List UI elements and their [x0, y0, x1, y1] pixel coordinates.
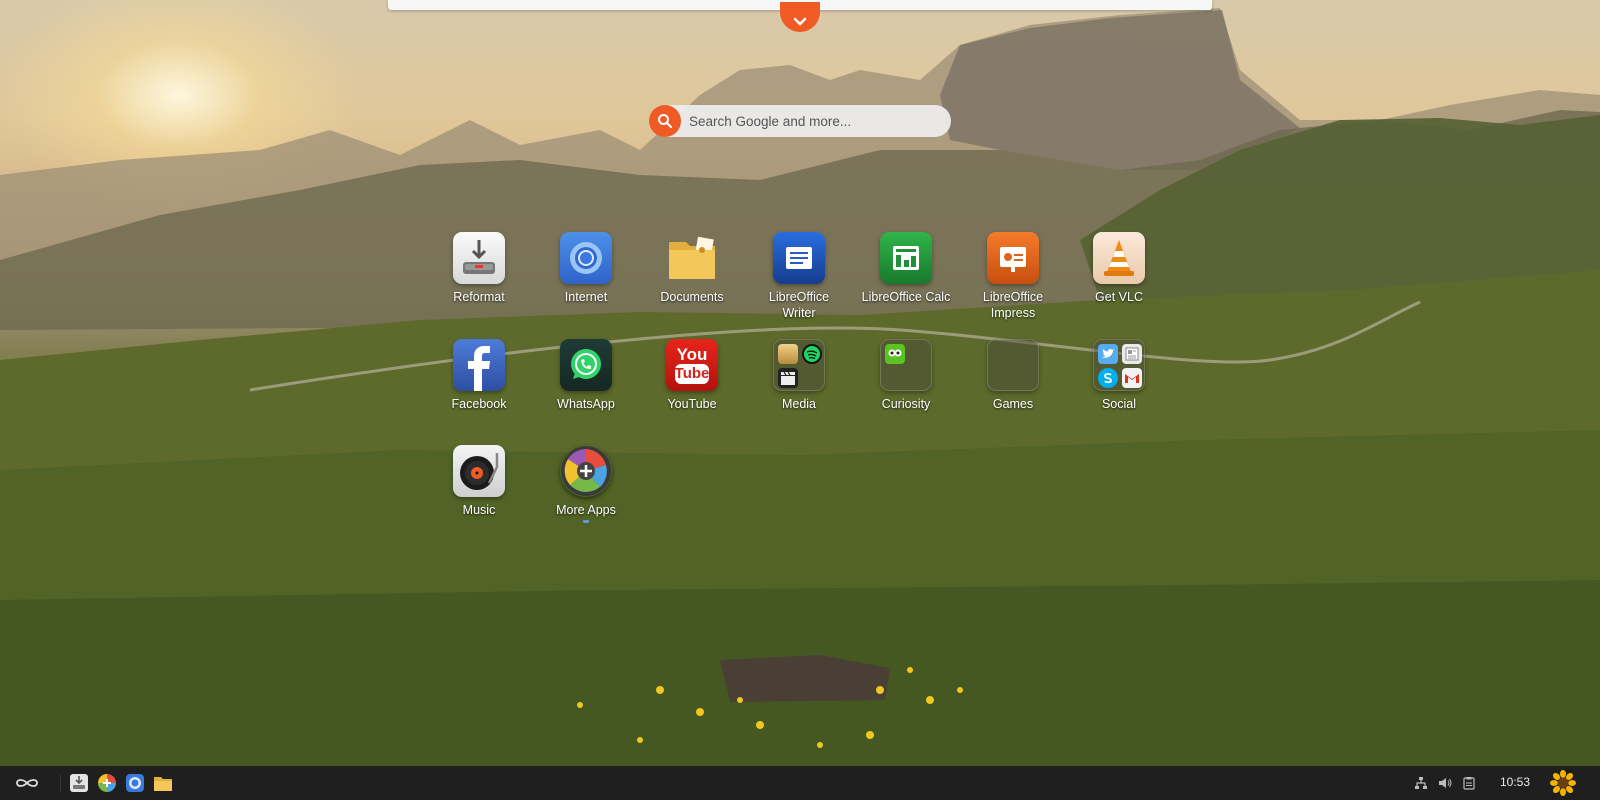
reformat-icon [70, 774, 88, 792]
app-label: YouTube [667, 397, 717, 411]
app-music[interactable]: Music [431, 445, 527, 518]
app-label: Get VLC [1095, 290, 1143, 304]
search-bar[interactable] [649, 105, 951, 137]
app-youtube[interactable]: You Tube YouTube [644, 339, 740, 412]
search-input[interactable] [689, 105, 939, 137]
gmail-icon [1122, 368, 1142, 388]
taskbar-app-center[interactable] [96, 772, 118, 794]
video-icon [778, 368, 798, 388]
social-folder-icon [1093, 339, 1145, 391]
app-label: WhatsApp [557, 397, 615, 411]
app-center-icon [98, 774, 116, 792]
libreoffice-writer-icon [773, 232, 825, 284]
more-apps-indicator [583, 520, 589, 523]
more-apps-icon [560, 445, 612, 497]
app-folder-social[interactable]: Social [1071, 339, 1167, 412]
twitter-icon [1098, 344, 1118, 364]
app-facebook[interactable]: Facebook [431, 339, 527, 412]
youtube-logo-text-bottom: Tube [674, 365, 710, 382]
whatsapp-icon [560, 339, 612, 391]
files-icon [154, 777, 172, 791]
clipboard-icon [1463, 777, 1475, 790]
app-label: Reformat [453, 290, 505, 304]
documents-folder-icon [666, 232, 718, 284]
app-label: LibreOffice Calc [861, 290, 951, 304]
app-label: More Apps [556, 503, 616, 517]
vlc-icon [1093, 232, 1145, 284]
image-viewer-icon [778, 344, 798, 364]
music-icon [453, 445, 505, 497]
media-folder-icon [773, 339, 825, 391]
reformat-icon [453, 232, 505, 284]
endless-menu-button[interactable] [14, 772, 40, 794]
volume-icon [1439, 778, 1452, 788]
app-label: Media [781, 397, 817, 411]
app-more-apps[interactable]: More Apps [538, 445, 634, 523]
app-libreoffice-writer[interactable]: LibreOffice Writer [751, 232, 847, 321]
clipboard-tray-button[interactable] [1460, 772, 1478, 794]
youtube-icon: You Tube [666, 339, 718, 391]
libreoffice-impress-icon [987, 232, 1039, 284]
taskbar: 10:53 [0, 766, 1600, 800]
duolingo-icon [885, 344, 905, 364]
youtube-logo-text-top: You [676, 345, 708, 364]
app-whatsapp[interactable]: WhatsApp [538, 339, 634, 412]
app-label: LibreOffice Impress [982, 290, 1044, 320]
skype-icon [1098, 368, 1118, 388]
taskbar-files[interactable] [152, 772, 174, 794]
app-get-vlc[interactable]: Get VLC [1071, 232, 1167, 305]
app-label: Facebook [451, 397, 507, 411]
app-folder-games[interactable]: Games [965, 339, 1061, 412]
app-internet[interactable]: Internet [538, 232, 634, 305]
curiosity-folder-icon [880, 339, 932, 391]
taskbar-separator [60, 774, 61, 792]
app-documents[interactable]: Documents [644, 232, 740, 305]
app-label: Curiosity [881, 397, 931, 411]
app-folder-media[interactable]: Media [751, 339, 847, 412]
search-button[interactable] [649, 105, 681, 137]
network-tray-button[interactable] [1412, 772, 1430, 794]
app-folder-curiosity[interactable]: Curiosity [858, 339, 954, 412]
app-label: Social [1101, 397, 1137, 411]
app-label: LibreOffice Writer [768, 290, 830, 320]
app-reformat[interactable]: Reformat [431, 232, 527, 305]
app-label: Internet [564, 290, 608, 304]
taskbar-reformat[interactable] [68, 772, 90, 794]
libreoffice-calc-icon [880, 232, 932, 284]
endless-logo-icon [16, 779, 38, 787]
spotify-icon [802, 344, 822, 364]
app-label: Games [992, 397, 1034, 411]
app-label: Documents [660, 290, 724, 304]
app-libreoffice-calc[interactable]: LibreOffice Calc [858, 232, 954, 305]
news-icon [1122, 344, 1142, 364]
clock[interactable]: 10:53 [1500, 775, 1530, 789]
user-menu-button[interactable] [1550, 770, 1576, 796]
search-icon [658, 114, 673, 129]
sunflower-avatar-icon [1550, 770, 1576, 796]
volume-tray-button[interactable] [1436, 772, 1454, 794]
app-label: Music [462, 503, 496, 517]
taskbar-chromium[interactable] [124, 772, 146, 794]
facebook-icon [453, 339, 505, 391]
chromium-icon [560, 232, 612, 284]
network-icon [1415, 777, 1427, 789]
chevron-down-icon [793, 17, 807, 26]
chromium-icon [126, 774, 144, 792]
app-libreoffice-impress[interactable]: LibreOffice Impress [965, 232, 1061, 321]
games-folder-icon [987, 339, 1039, 391]
